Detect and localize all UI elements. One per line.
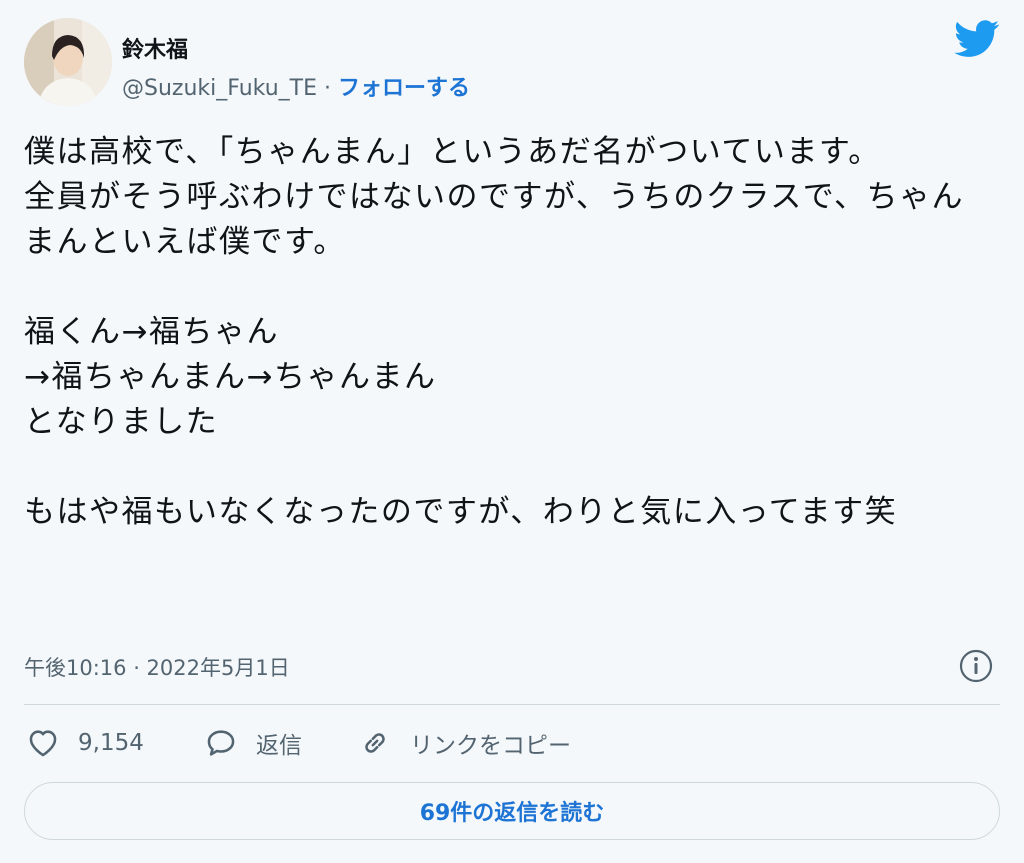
copy-link-button[interactable]: リンクをコピー	[358, 720, 571, 766]
copy-link-label: リンクをコピー	[410, 733, 571, 759]
info-icon[interactable]	[958, 648, 994, 684]
speech-bubble-icon	[207, 730, 235, 756]
avatar-image	[24, 18, 112, 106]
author-name[interactable]: 鈴木福	[122, 32, 188, 64]
divider	[24, 704, 1000, 705]
reply-button[interactable]: 返信	[204, 720, 302, 766]
tweet-timestamp[interactable]: 午後10:16 · 2022年5月1日	[24, 652, 290, 682]
like-count: 9,154	[78, 730, 144, 756]
heart-icon	[29, 730, 57, 757]
link-icon	[365, 733, 385, 753]
tweet-text: 僕は高校で、「ちゃんまん」というあだ名がついています。 全員がそう呼ぶわけではな…	[24, 134, 965, 530]
author-handle[interactable]: @Suzuki_Fuku_TE	[122, 76, 317, 101]
twitter-bird-icon[interactable]	[954, 20, 1000, 58]
avatar[interactable]	[24, 18, 112, 106]
tweet-card: 鈴木福 @Suzuki_Fuku_TE · フォローする 僕は高校で、「ちゃんま…	[0, 0, 1024, 863]
tweet-meta: 午後10:16 · 2022年5月1日	[24, 648, 1000, 688]
read-replies-button[interactable]: 69件の返信を読む	[24, 782, 1000, 840]
tweet-actions: 9,154 返信 リンクをコピー	[24, 720, 1000, 766]
tweet-header: 鈴木福 @Suzuki_Fuku_TE · フォローする	[24, 18, 1000, 108]
follow-link[interactable]: フォローする	[338, 76, 470, 101]
reply-label: 返信	[256, 733, 302, 759]
author-handle-line: @Suzuki_Fuku_TE · フォローする	[122, 70, 470, 102]
handle-separator: ·	[317, 76, 338, 101]
like-button[interactable]: 9,154	[26, 720, 144, 766]
